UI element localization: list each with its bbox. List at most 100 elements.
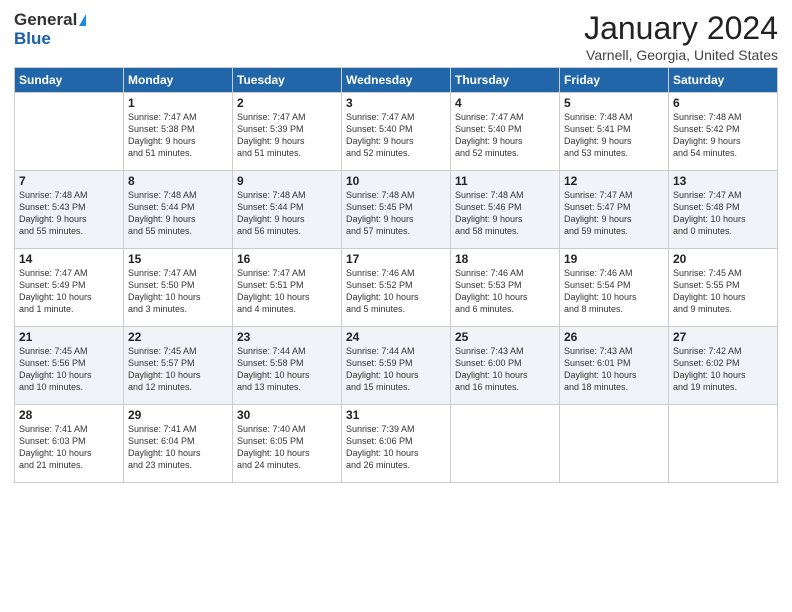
calendar-week-row: 1Sunrise: 7:47 AM Sunset: 5:38 PM Daylig… (15, 93, 778, 171)
calendar-cell: 12Sunrise: 7:47 AM Sunset: 5:47 PM Dayli… (560, 171, 669, 249)
logo: General Blue (14, 10, 86, 48)
calendar-cell: 20Sunrise: 7:45 AM Sunset: 5:55 PM Dayli… (669, 249, 778, 327)
calendar-cell: 25Sunrise: 7:43 AM Sunset: 6:00 PM Dayli… (451, 327, 560, 405)
day-number: 12 (564, 174, 664, 188)
title-block: January 2024 Varnell, Georgia, United St… (584, 10, 778, 63)
day-number: 2 (237, 96, 337, 110)
calendar-cell (451, 405, 560, 483)
cell-content: Sunrise: 7:44 AM Sunset: 5:59 PM Dayligh… (346, 345, 446, 394)
day-number: 26 (564, 330, 664, 344)
day-number: 6 (673, 96, 773, 110)
day-number: 22 (128, 330, 228, 344)
header-cell-tuesday: Tuesday (233, 68, 342, 93)
calendar-cell: 21Sunrise: 7:45 AM Sunset: 5:56 PM Dayli… (15, 327, 124, 405)
day-number: 4 (455, 96, 555, 110)
calendar-cell (560, 405, 669, 483)
day-number: 31 (346, 408, 446, 422)
cell-content: Sunrise: 7:47 AM Sunset: 5:38 PM Dayligh… (128, 111, 228, 160)
calendar-cell: 5Sunrise: 7:48 AM Sunset: 5:41 PM Daylig… (560, 93, 669, 171)
calendar-week-row: 7Sunrise: 7:48 AM Sunset: 5:43 PM Daylig… (15, 171, 778, 249)
calendar-cell (669, 405, 778, 483)
cell-content: Sunrise: 7:44 AM Sunset: 5:58 PM Dayligh… (237, 345, 337, 394)
cell-content: Sunrise: 7:48 AM Sunset: 5:46 PM Dayligh… (455, 189, 555, 238)
day-number: 3 (346, 96, 446, 110)
cell-content: Sunrise: 7:48 AM Sunset: 5:43 PM Dayligh… (19, 189, 119, 238)
logo-icon (79, 14, 86, 26)
cell-content: Sunrise: 7:47 AM Sunset: 5:39 PM Dayligh… (237, 111, 337, 160)
calendar-cell: 17Sunrise: 7:46 AM Sunset: 5:52 PM Dayli… (342, 249, 451, 327)
logo-general-text: General (14, 10, 77, 29)
calendar-cell: 13Sunrise: 7:47 AM Sunset: 5:48 PM Dayli… (669, 171, 778, 249)
day-number: 29 (128, 408, 228, 422)
calendar-header-row: SundayMondayTuesdayWednesdayThursdayFrid… (15, 68, 778, 93)
calendar-week-row: 14Sunrise: 7:47 AM Sunset: 5:49 PM Dayli… (15, 249, 778, 327)
header-cell-monday: Monday (124, 68, 233, 93)
calendar-cell: 10Sunrise: 7:48 AM Sunset: 5:45 PM Dayli… (342, 171, 451, 249)
day-number: 1 (128, 96, 228, 110)
calendar-cell: 2Sunrise: 7:47 AM Sunset: 5:39 PM Daylig… (233, 93, 342, 171)
cell-content: Sunrise: 7:47 AM Sunset: 5:49 PM Dayligh… (19, 267, 119, 316)
cell-content: Sunrise: 7:47 AM Sunset: 5:47 PM Dayligh… (564, 189, 664, 238)
day-number: 21 (19, 330, 119, 344)
calendar-cell (15, 93, 124, 171)
calendar-table: SundayMondayTuesdayWednesdayThursdayFrid… (14, 67, 778, 483)
calendar-cell: 24Sunrise: 7:44 AM Sunset: 5:59 PM Dayli… (342, 327, 451, 405)
cell-content: Sunrise: 7:47 AM Sunset: 5:48 PM Dayligh… (673, 189, 773, 238)
calendar-cell: 7Sunrise: 7:48 AM Sunset: 5:43 PM Daylig… (15, 171, 124, 249)
cell-content: Sunrise: 7:48 AM Sunset: 5:42 PM Dayligh… (673, 111, 773, 160)
day-number: 23 (237, 330, 337, 344)
day-number: 24 (346, 330, 446, 344)
header: General Blue January 2024 Varnell, Georg… (14, 10, 778, 63)
day-number: 5 (564, 96, 664, 110)
cell-content: Sunrise: 7:45 AM Sunset: 5:56 PM Dayligh… (19, 345, 119, 394)
calendar-cell: 28Sunrise: 7:41 AM Sunset: 6:03 PM Dayli… (15, 405, 124, 483)
day-number: 19 (564, 252, 664, 266)
header-cell-friday: Friday (560, 68, 669, 93)
cell-content: Sunrise: 7:43 AM Sunset: 6:00 PM Dayligh… (455, 345, 555, 394)
cell-content: Sunrise: 7:48 AM Sunset: 5:44 PM Dayligh… (237, 189, 337, 238)
calendar-week-row: 21Sunrise: 7:45 AM Sunset: 5:56 PM Dayli… (15, 327, 778, 405)
calendar-cell: 23Sunrise: 7:44 AM Sunset: 5:58 PM Dayli… (233, 327, 342, 405)
calendar-cell: 3Sunrise: 7:47 AM Sunset: 5:40 PM Daylig… (342, 93, 451, 171)
cell-content: Sunrise: 7:48 AM Sunset: 5:44 PM Dayligh… (128, 189, 228, 238)
header-cell-wednesday: Wednesday (342, 68, 451, 93)
cell-content: Sunrise: 7:47 AM Sunset: 5:40 PM Dayligh… (346, 111, 446, 160)
cell-content: Sunrise: 7:48 AM Sunset: 5:41 PM Dayligh… (564, 111, 664, 160)
calendar-cell: 27Sunrise: 7:42 AM Sunset: 6:02 PM Dayli… (669, 327, 778, 405)
day-number: 8 (128, 174, 228, 188)
cell-content: Sunrise: 7:47 AM Sunset: 5:40 PM Dayligh… (455, 111, 555, 160)
cell-content: Sunrise: 7:47 AM Sunset: 5:51 PM Dayligh… (237, 267, 337, 316)
header-cell-sunday: Sunday (15, 68, 124, 93)
day-number: 28 (19, 408, 119, 422)
calendar-week-row: 28Sunrise: 7:41 AM Sunset: 6:03 PM Dayli… (15, 405, 778, 483)
day-number: 10 (346, 174, 446, 188)
calendar-cell: 22Sunrise: 7:45 AM Sunset: 5:57 PM Dayli… (124, 327, 233, 405)
day-number: 27 (673, 330, 773, 344)
header-cell-saturday: Saturday (669, 68, 778, 93)
day-number: 30 (237, 408, 337, 422)
day-number: 17 (346, 252, 446, 266)
day-number: 13 (673, 174, 773, 188)
calendar-cell: 31Sunrise: 7:39 AM Sunset: 6:06 PM Dayli… (342, 405, 451, 483)
calendar-cell: 19Sunrise: 7:46 AM Sunset: 5:54 PM Dayli… (560, 249, 669, 327)
cell-content: Sunrise: 7:41 AM Sunset: 6:04 PM Dayligh… (128, 423, 228, 472)
day-number: 16 (237, 252, 337, 266)
calendar-cell: 15Sunrise: 7:47 AM Sunset: 5:50 PM Dayli… (124, 249, 233, 327)
calendar-cell: 14Sunrise: 7:47 AM Sunset: 5:49 PM Dayli… (15, 249, 124, 327)
calendar-cell: 9Sunrise: 7:48 AM Sunset: 5:44 PM Daylig… (233, 171, 342, 249)
main-title: January 2024 (584, 10, 778, 47)
header-cell-thursday: Thursday (451, 68, 560, 93)
cell-content: Sunrise: 7:39 AM Sunset: 6:06 PM Dayligh… (346, 423, 446, 472)
cell-content: Sunrise: 7:40 AM Sunset: 6:05 PM Dayligh… (237, 423, 337, 472)
cell-content: Sunrise: 7:47 AM Sunset: 5:50 PM Dayligh… (128, 267, 228, 316)
cell-content: Sunrise: 7:46 AM Sunset: 5:52 PM Dayligh… (346, 267, 446, 316)
day-number: 18 (455, 252, 555, 266)
logo-blue-text: Blue (14, 30, 86, 49)
calendar-cell: 4Sunrise: 7:47 AM Sunset: 5:40 PM Daylig… (451, 93, 560, 171)
cell-content: Sunrise: 7:45 AM Sunset: 5:57 PM Dayligh… (128, 345, 228, 394)
cell-content: Sunrise: 7:43 AM Sunset: 6:01 PM Dayligh… (564, 345, 664, 394)
cell-content: Sunrise: 7:46 AM Sunset: 5:54 PM Dayligh… (564, 267, 664, 316)
day-number: 7 (19, 174, 119, 188)
cell-content: Sunrise: 7:46 AM Sunset: 5:53 PM Dayligh… (455, 267, 555, 316)
day-number: 25 (455, 330, 555, 344)
